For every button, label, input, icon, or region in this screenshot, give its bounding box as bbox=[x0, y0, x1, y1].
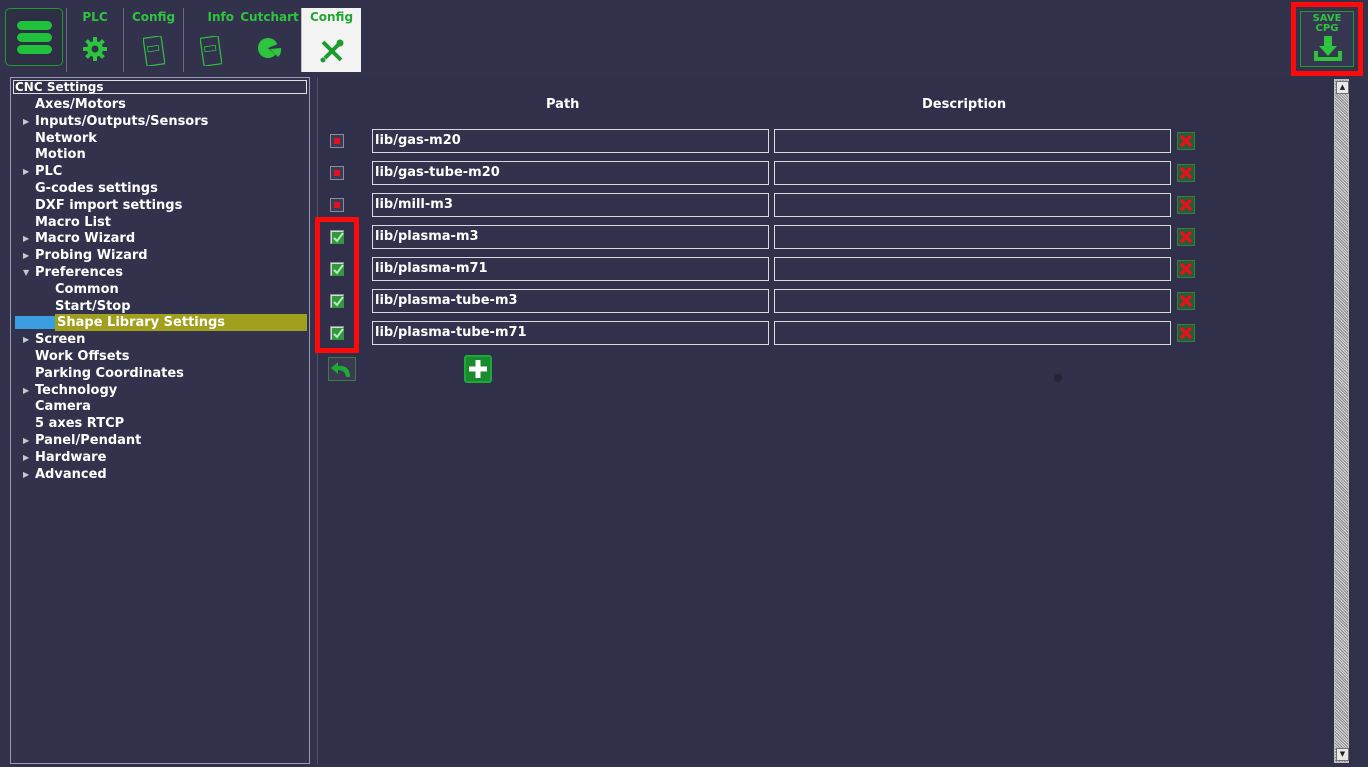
tree-item-common[interactable]: Common bbox=[55, 281, 119, 298]
tab-cutchart[interactable]: Cutchart bbox=[238, 8, 301, 72]
tree-item-5-axes-rtcp[interactable]: 5 axes RTCP bbox=[35, 415, 124, 432]
tree-item-plc[interactable]: PLC bbox=[35, 163, 62, 180]
tree-item-axes-motors[interactable]: Axes/Motors bbox=[35, 96, 126, 113]
menu-bar-icon bbox=[17, 33, 52, 42]
undo-icon bbox=[331, 362, 350, 377]
enable-checkbox[interactable] bbox=[330, 198, 344, 212]
vertical-scrollbar[interactable]: ▲ ▼ bbox=[1334, 79, 1349, 763]
expand-arrow-right-icon[interactable]: ▶ bbox=[23, 436, 29, 446]
tree-item-macro-wizard[interactable]: Macro Wizard bbox=[35, 230, 135, 247]
delete-row-button[interactable] bbox=[1177, 164, 1195, 182]
path-input[interactable]: lib/plasma-m3 bbox=[372, 225, 769, 249]
expand-arrow-right-icon[interactable]: ▶ bbox=[23, 251, 29, 261]
path-input[interactable]: lib/mill-m3 bbox=[372, 193, 769, 217]
delete-row-button[interactable] bbox=[1177, 260, 1195, 278]
expand-arrow-right-icon[interactable]: ▶ bbox=[23, 386, 29, 396]
tree-item-network[interactable]: Network bbox=[35, 130, 97, 147]
menu-bar-icon bbox=[17, 21, 52, 30]
expand-arrow-right-icon[interactable]: ▶ bbox=[23, 335, 29, 345]
tools-icon bbox=[320, 39, 343, 63]
tab-info[interactable]: Info bbox=[183, 8, 238, 72]
expand-arrow-right-icon[interactable]: ▶ bbox=[23, 117, 29, 127]
tree-item-work-offsets[interactable]: Work Offsets bbox=[35, 348, 129, 365]
column-header-description: Description bbox=[922, 97, 1007, 112]
delete-x-icon bbox=[1179, 166, 1193, 180]
expand-arrow-right-icon[interactable]: ▶ bbox=[23, 167, 29, 177]
expand-arrow-right-icon[interactable]: ▶ bbox=[23, 470, 29, 480]
column-header-path: Path bbox=[546, 97, 580, 112]
tree-item-technology[interactable]: Technology bbox=[35, 382, 117, 399]
description-input[interactable] bbox=[774, 289, 1171, 313]
path-input[interactable]: lib/gas-tube-m20 bbox=[372, 161, 769, 185]
tree-item-start-stop[interactable]: Start/Stop bbox=[55, 298, 131, 315]
path-input[interactable]: lib/plasma-m71 bbox=[372, 257, 769, 281]
delete-row-button[interactable] bbox=[1177, 132, 1195, 150]
delete-row-button[interactable] bbox=[1177, 196, 1195, 214]
path-input[interactable]: lib/gas-m20 bbox=[372, 129, 769, 153]
tree-item-camera[interactable]: Camera bbox=[35, 398, 91, 415]
delete-x-icon bbox=[1179, 262, 1193, 276]
cpg-label: CPG bbox=[1315, 23, 1339, 34]
tree-header[interactable]: CNC Settings bbox=[13, 80, 307, 94]
delete-x-icon bbox=[1179, 230, 1193, 244]
tree-item-macro-list[interactable]: Macro List bbox=[35, 214, 111, 231]
checkbox-highlight bbox=[315, 217, 359, 353]
document-icon bbox=[142, 36, 165, 66]
tab-config-active[interactable]: Config bbox=[301, 8, 361, 72]
tree-item-hardware[interactable]: Hardware bbox=[35, 449, 106, 466]
tree-item-preferences[interactable]: Preferences bbox=[35, 264, 123, 281]
description-input[interactable] bbox=[774, 193, 1171, 217]
save-cpg-button[interactable]: SAVE CPG bbox=[1291, 2, 1363, 76]
enable-checkbox[interactable] bbox=[330, 134, 344, 148]
tree-item-parking-coordinates[interactable]: Parking Coordinates bbox=[35, 365, 184, 382]
undo-button[interactable] bbox=[328, 357, 356, 381]
description-input[interactable] bbox=[774, 161, 1171, 185]
add-path-button[interactable] bbox=[464, 355, 492, 383]
tree-item-shape-library-settings[interactable]: Shape Library Settings bbox=[55, 314, 307, 331]
expand-arrow-down-icon[interactable]: ▼ bbox=[23, 268, 29, 278]
panel-dot bbox=[1054, 374, 1062, 382]
delete-row-button[interactable] bbox=[1177, 292, 1195, 310]
plus-icon bbox=[469, 360, 487, 378]
tree-item-probing-wizard[interactable]: Probing Wizard bbox=[35, 247, 148, 264]
menu-bar-icon bbox=[17, 45, 52, 54]
delete-x-icon bbox=[1179, 294, 1193, 308]
description-input[interactable] bbox=[774, 257, 1171, 281]
expand-arrow-right-icon[interactable]: ▶ bbox=[23, 453, 29, 463]
tree-item-screen[interactable]: Screen bbox=[35, 331, 85, 348]
delete-x-icon bbox=[1179, 134, 1193, 148]
scroll-down-arrow-icon[interactable]: ▼ bbox=[1336, 748, 1349, 761]
document-icon bbox=[200, 36, 222, 66]
tab-plc[interactable]: PLC bbox=[66, 8, 123, 72]
tree-item-dxf-import-settings[interactable]: DXF import settings bbox=[35, 197, 182, 214]
delete-row-button[interactable] bbox=[1177, 324, 1195, 342]
selection-marker bbox=[15, 316, 57, 329]
settings-tree: CNC Settings Axes/Motors Inputs/Outputs/S… bbox=[10, 77, 310, 764]
tree-item-motion[interactable]: Motion bbox=[35, 146, 86, 163]
tree-item-panel-pendant[interactable]: Panel/Pendant bbox=[35, 432, 141, 449]
tree-item-inputs-outputs-sensors[interactable]: Inputs/Outputs/Sensors bbox=[35, 113, 208, 130]
description-input[interactable] bbox=[774, 321, 1171, 345]
description-input[interactable] bbox=[774, 225, 1171, 249]
tree-item-advanced[interactable]: Advanced bbox=[35, 466, 107, 483]
top-toolbar: PLC Config Info Cutchart Config SAVE CPG bbox=[0, 0, 1368, 76]
description-input[interactable] bbox=[774, 129, 1171, 153]
download-icon bbox=[1314, 36, 1342, 61]
path-input[interactable]: lib/plasma-tube-m71 bbox=[372, 321, 769, 345]
tree-item-g-codes-settings[interactable]: G-codes settings bbox=[35, 180, 158, 197]
gear-icon bbox=[83, 37, 107, 61]
expand-arrow-right-icon[interactable]: ▶ bbox=[23, 234, 29, 244]
main-menu-button[interactable] bbox=[5, 8, 63, 66]
path-input[interactable]: lib/plasma-tube-m3 bbox=[372, 289, 769, 313]
enable-checkbox[interactable] bbox=[330, 166, 344, 180]
tab-config-plc[interactable]: Config bbox=[123, 8, 183, 72]
pie-chart-icon bbox=[257, 38, 281, 58]
delete-row-button[interactable] bbox=[1177, 228, 1195, 246]
delete-x-icon bbox=[1179, 326, 1193, 340]
delete-x-icon bbox=[1179, 198, 1193, 212]
scroll-up-arrow-icon[interactable]: ▲ bbox=[1336, 81, 1349, 94]
